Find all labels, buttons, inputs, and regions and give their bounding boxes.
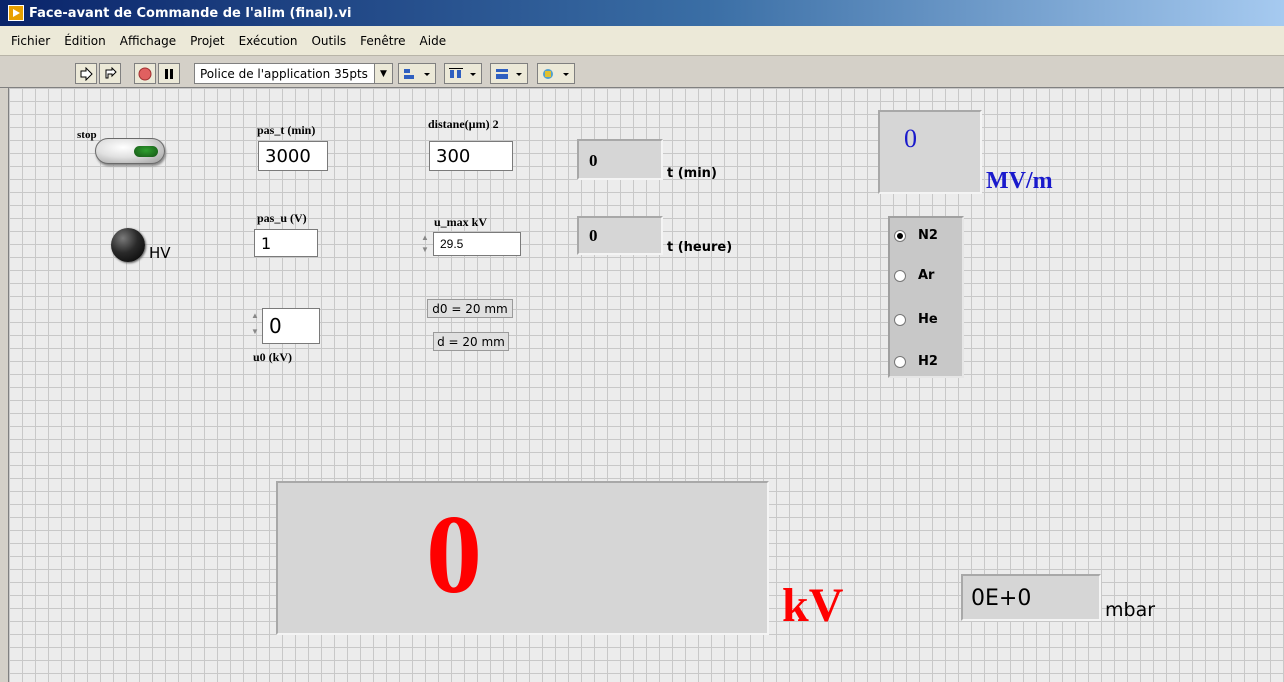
t-heure-value: 0 [589, 226, 598, 245]
gas-option-he[interactable]: He [894, 312, 938, 327]
run-continuously-icon[interactable] [99, 63, 121, 84]
t-heure-label: t (heure) [667, 240, 733, 255]
voltage-value: 0 [426, 493, 482, 617]
stop-label: stop [77, 129, 97, 141]
align-icon[interactable] [398, 63, 436, 84]
pause-icon[interactable] [158, 63, 180, 84]
field-unit: MV/m [986, 168, 1053, 194]
stop-button[interactable] [95, 138, 165, 164]
radio-icon[interactable] [894, 313, 906, 326]
gas-option-ar[interactable]: Ar [894, 268, 934, 283]
u-max-increment-icon[interactable]: ▲ [419, 232, 431, 243]
d0-indicator: d0 = 20 mm [427, 299, 513, 318]
voltage-unit: kV [782, 579, 844, 632]
t-min-value: 0 [589, 151, 598, 170]
labview-vi-icon [8, 5, 24, 21]
menu-fenetre[interactable]: Fenêtre [353, 34, 412, 48]
chevron-down-icon[interactable]: ▼ [374, 64, 392, 83]
field-indicator: 0 [878, 110, 982, 194]
u-max-label: u_max kV [434, 215, 488, 229]
t-heure-indicator: 0 [577, 216, 663, 255]
pas-t-label: pas_t (min) [257, 123, 316, 137]
menu-outils[interactable]: Outils [304, 34, 353, 48]
u0-decrement-icon[interactable]: ▼ [249, 326, 261, 337]
abort-icon[interactable] [134, 63, 156, 84]
radio-selected-icon[interactable] [894, 229, 906, 242]
gas-option-label: H2 [918, 354, 938, 369]
hv-label: HV [149, 244, 171, 262]
reorder-icon[interactable] [537, 63, 575, 84]
pressure-unit: mbar [1105, 599, 1156, 621]
t-min-indicator: 0 [577, 139, 663, 180]
gas-option-label: Ar [918, 268, 935, 283]
voltage-indicator: 0 [276, 481, 769, 635]
radio-icon[interactable] [894, 269, 906, 282]
menu-projet[interactable]: Projet [183, 34, 231, 48]
pas-u-label: pas_u (V) [257, 211, 307, 225]
distance-label: distane(µm) 2 [428, 117, 499, 131]
font-select-value: Police de l'application 35pts [200, 66, 368, 81]
menu-aide[interactable]: Aide [413, 34, 454, 48]
t-min-label: t (min) [667, 166, 717, 181]
gas-option-label: N2 [918, 228, 938, 243]
window-title: Face-avant de Commande de l'alim (final)… [29, 5, 352, 21]
title-bar: Face-avant de Commande de l'alim (final)… [0, 0, 1284, 26]
gas-radio-group: N2 Ar He H2 [888, 216, 964, 378]
radio-icon[interactable] [894, 355, 906, 368]
u-max-decrement-icon[interactable]: ▼ [419, 244, 431, 255]
pas-u-input[interactable]: 1 [254, 229, 318, 257]
pressure-indicator: 0E+0 [961, 574, 1101, 621]
field-value: 0 [904, 124, 917, 153]
gas-option-label: He [918, 312, 938, 327]
u0-input[interactable]: 0 [262, 308, 320, 344]
u0-increment-icon[interactable]: ▲ [249, 310, 261, 321]
front-panel: stop HV pas_t (min) 3000 pas_u (V) 1 ▲ ▼… [8, 88, 1284, 682]
font-select[interactable]: Police de l'application 35pts ▼ [194, 63, 393, 84]
run-arrow-icon[interactable] [75, 63, 97, 84]
menu-affichage[interactable]: Affichage [113, 34, 183, 48]
stop-led-icon [134, 146, 158, 157]
u-max-input[interactable]: 29.5 [433, 232, 521, 256]
d-indicator: d = 20 mm [433, 332, 509, 351]
resize-icon[interactable] [490, 63, 528, 84]
u0-label: u0 (kV) [253, 350, 293, 364]
menu-execution[interactable]: Exécution [232, 34, 305, 48]
menu-fichier[interactable]: Fichier [4, 34, 57, 48]
pressure-value: 0E+0 [971, 586, 1032, 611]
menu-edition[interactable]: Édition [57, 34, 113, 48]
gas-option-h2[interactable]: H2 [894, 354, 938, 369]
pas-t-input[interactable]: 3000 [258, 141, 328, 171]
toolbar: Police de l'application 35pts ▼ [0, 56, 1284, 88]
distance-input[interactable]: 300 [429, 141, 513, 171]
hv-led [111, 228, 145, 262]
distribute-icon[interactable] [444, 63, 482, 84]
menu-bar: Fichier Édition Affichage Projet Exécuti… [0, 26, 1284, 56]
gas-option-n2[interactable]: N2 [894, 228, 938, 243]
